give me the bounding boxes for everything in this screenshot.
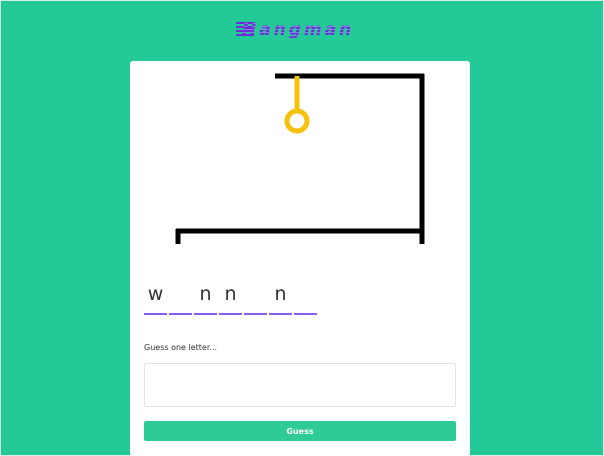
- logo-title: Hangman: [242, 20, 355, 40]
- gallows-drawing: [175, 73, 425, 244]
- letter-slot: [169, 283, 192, 315]
- word-display: w n n n: [144, 283, 317, 315]
- game-card: w n n n Guess one letter... Guess: [130, 61, 470, 456]
- letter: w: [147, 283, 164, 305]
- letter-underline: [294, 313, 317, 315]
- letter-underline: [269, 313, 292, 315]
- letter-underline: [144, 313, 167, 315]
- letter-slot: [294, 283, 317, 315]
- guess-prompt: Guess one letter...: [144, 343, 218, 352]
- letter-slot: n: [194, 283, 217, 315]
- letter-slot: n: [269, 283, 292, 315]
- letter-guess-input[interactable]: [144, 363, 456, 407]
- letter-underline: [244, 313, 267, 315]
- letter: n: [199, 283, 212, 305]
- letter-slot: n: [219, 283, 242, 315]
- letter-slot: [244, 283, 267, 315]
- letter-underline: [169, 313, 192, 315]
- hangman-logo: Hangman: [236, 18, 364, 42]
- letter: n: [274, 283, 287, 305]
- guess-button[interactable]: Guess: [144, 421, 456, 441]
- letter-underline: [219, 313, 242, 315]
- noose-loop: [284, 108, 310, 134]
- letter-slot: w: [144, 283, 167, 315]
- letter: n: [224, 283, 237, 305]
- letter-underline: [194, 313, 217, 315]
